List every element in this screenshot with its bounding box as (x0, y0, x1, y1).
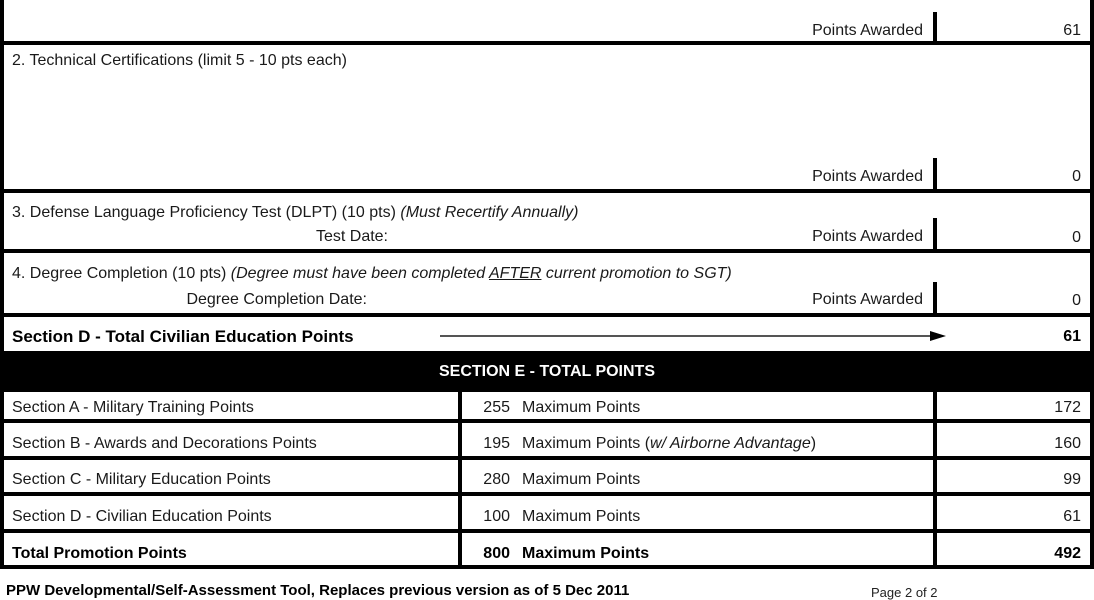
item3-points-label: Points Awarded (812, 228, 923, 245)
dlpt-title-text: 3. Defense Language Proficiency Test (DL… (12, 204, 396, 221)
row-max-section-b: 195 (483, 435, 510, 452)
footer-tool-name: PPW Developmental/Self-Assessment Tool, … (6, 582, 630, 599)
row-max-section-d: 100 (483, 508, 510, 525)
row-value-section-a[interactable]: 172 (940, 399, 1081, 417)
row-divider (0, 313, 1094, 317)
footer-page-number: Page 2 of 2 (871, 585, 938, 600)
item1-points-value[interactable]: 61 (940, 22, 1081, 40)
row-label-section-b: Section B - Awards and Decorations Point… (12, 435, 317, 452)
points-divider (933, 282, 937, 314)
item3-points-value[interactable]: 0 (940, 229, 1081, 247)
item1-points-label: Points Awarded (812, 22, 923, 39)
item2-points-label: Points Awarded (812, 168, 923, 185)
section-e-title: SECTION E - TOTAL POINTS (438, 363, 655, 380)
row-divider (0, 456, 1094, 460)
total-max-label: Maximum Points (522, 545, 650, 562)
right-arrow-icon (440, 331, 946, 341)
points-divider (933, 218, 937, 250)
row-label-section-a: Section A - Military Training Points (12, 399, 254, 416)
degree-note-prefix: (Degree must have been completed (230, 265, 489, 282)
row-divider (0, 419, 1094, 423)
row-max-label-section-d: Maximum Points (522, 508, 641, 525)
item4-points-label: Points Awarded (812, 291, 923, 308)
row-max-label-section-b: Maximum Points (w/ Airborne Advantage) (522, 435, 816, 453)
row-max-section-a: 255 (483, 399, 510, 416)
row-label-section-c: Section C - Military Education Points (12, 471, 271, 488)
degree-completion-title: 4. Degree Completion (10 pts) (Degree mu… (12, 265, 732, 283)
row-divider (0, 529, 1094, 533)
points-divider (933, 158, 937, 190)
item4-points-value[interactable]: 0 (940, 292, 1081, 310)
degree-note-suffix: current promotion to SGT) (541, 265, 732, 282)
row-max-label-section-a: Maximum Points (522, 399, 641, 416)
max-label-text: Maximum Points ( (522, 435, 651, 452)
section-d-total-value: 61 (1063, 328, 1081, 345)
total-max: 800 (483, 545, 510, 562)
note-close: ) (810, 435, 817, 452)
right-border (1090, 0, 1094, 569)
row-divider (0, 41, 1094, 45)
degree-note: (Degree must have been completed AFTER c… (231, 265, 732, 282)
table-bottom-border (0, 565, 1094, 569)
row-max-label-section-c: Maximum Points (522, 471, 641, 488)
degree-date-label: Degree Completion Date: (186, 291, 367, 308)
row-value-section-c[interactable]: 99 (940, 471, 1081, 489)
row-divider (0, 249, 1094, 253)
row-divider (0, 492, 1094, 496)
test-date-label: Test Date: (315, 228, 388, 245)
degree-title-text: 4. Degree Completion (10 pts) (12, 265, 227, 282)
section-d-total-label: Section D - Total Civilian Education Poi… (12, 327, 354, 346)
degree-note-emphasis: AFTER (489, 265, 542, 282)
row-value-section-d[interactable]: 61 (940, 508, 1081, 526)
total-promotion-points-value: 492 (1054, 545, 1081, 562)
technical-certifications-title: 2. Technical Certifications (limit 5 - 1… (12, 52, 347, 69)
dlpt-note: (Must Recertify Annually) (400, 204, 579, 221)
left-border (0, 0, 4, 569)
dlpt-title: 3. Defense Language Proficiency Test (DL… (12, 204, 578, 222)
row-divider (0, 189, 1094, 193)
row-max-section-c: 280 (483, 471, 510, 488)
total-promotion-points-label: Total Promotion Points (12, 545, 187, 562)
points-divider (933, 12, 937, 42)
row-value-section-b[interactable]: 160 (940, 435, 1081, 453)
row-label-section-d: Section D - Civilian Education Points (12, 508, 272, 525)
airborne-advantage-note: w/ Airborne Advantage (650, 435, 811, 452)
item2-points-value[interactable]: 0 (940, 168, 1081, 186)
